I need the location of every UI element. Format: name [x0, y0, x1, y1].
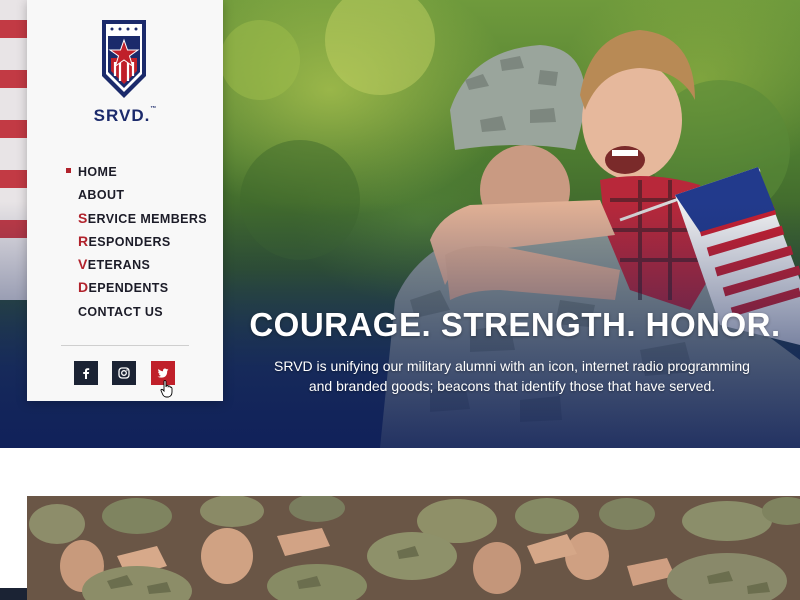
instagram-button[interactable] [112, 361, 136, 385]
nav-item-initial: D [78, 279, 89, 296]
nav-item-initial: R [78, 232, 89, 249]
hero-headline: COURAGE. STRENGTH. HONOR. [249, 306, 781, 343]
instagram-icon [118, 367, 130, 379]
main-menu: HOME ABOUT SERVICE MEMBERS RESPONDERS VE… [65, 162, 207, 325]
nav-item-about[interactable]: ABOUT [78, 185, 207, 208]
twitter-icon [157, 368, 169, 378]
nav-item-initial: V [78, 256, 88, 273]
nav-item-label: ABOUT [78, 188, 125, 203]
nav-item-veterans[interactable]: VETERANS [78, 255, 207, 278]
nav-item-responders[interactable]: RESPONDERS [78, 232, 207, 255]
nav-item-service-members[interactable]: SERVICE MEMBERS [78, 209, 207, 232]
nav-item-label: EPENDENTS [88, 281, 169, 296]
brand-name: SRVD. [93, 106, 151, 125]
brand-wordmark[interactable]: SRVD.™ [27, 106, 223, 126]
nav-item-label: ESPONDERS [88, 234, 171, 249]
hand-cursor-icon [160, 380, 173, 398]
brand-tm: ™ [150, 106, 157, 112]
srvd-shield-logo[interactable] [100, 18, 148, 100]
facebook-icon [83, 368, 90, 379]
soldiers-illustration [27, 496, 800, 600]
nav-divider [61, 345, 189, 346]
hero-subtext: SRVD is unifying our military alumni wit… [274, 358, 750, 394]
page-margin [0, 448, 27, 600]
saluting-soldiers-photo [27, 496, 800, 600]
nav-panel: SRVD.™ HOME ABOUT SERVICE MEMBERS RESPON… [27, 0, 223, 401]
nav-item-dependents[interactable]: DEPENDENTS [78, 278, 207, 301]
nav-item-label: ERVICE MEMBERS [87, 211, 208, 226]
nav-item-label: ETERANS [87, 258, 151, 273]
footer-edge [0, 588, 27, 600]
nav-item-contact-us[interactable]: CONTACT US [78, 302, 207, 325]
nav-item-home[interactable]: HOME [65, 162, 207, 185]
facebook-button[interactable] [74, 361, 98, 385]
nav-item-label: HOME [78, 165, 118, 179]
nav-item-label: CONTACT US [78, 304, 164, 319]
nav-item-initial: S [78, 209, 88, 226]
